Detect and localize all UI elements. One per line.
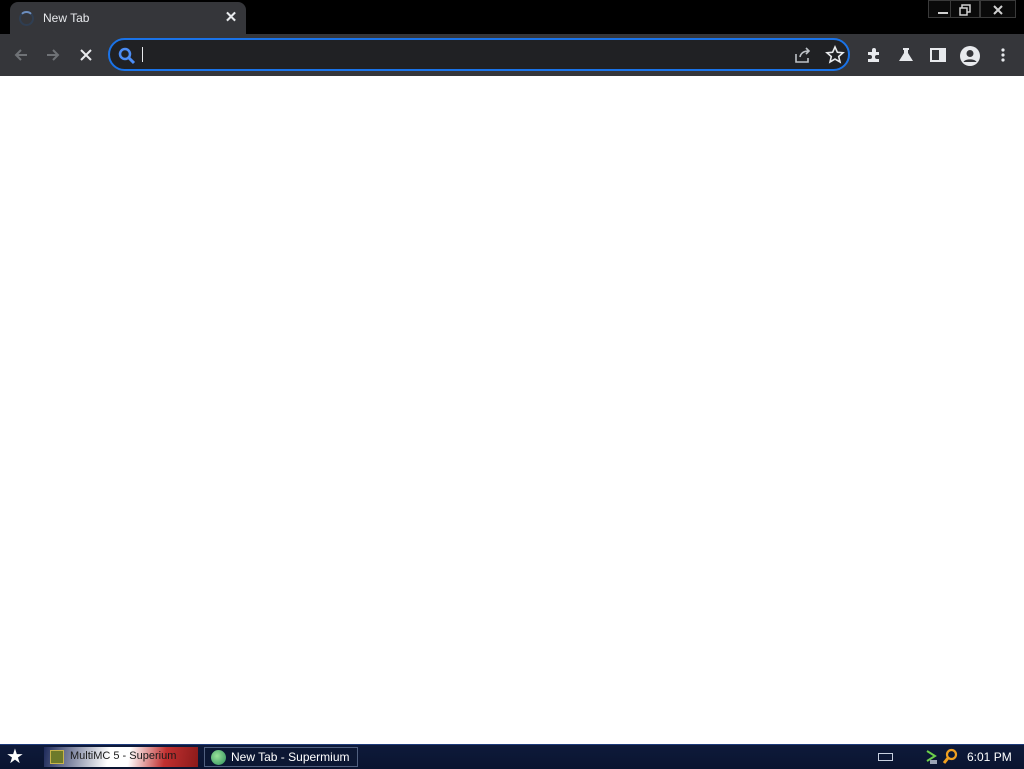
multimc-icon: [50, 750, 64, 764]
arrow-left-icon: [14, 49, 27, 61]
search-icon[interactable]: [942, 748, 958, 766]
network-icon[interactable]: [924, 749, 938, 765]
title-bar: New Tab ✕: [0, 0, 1024, 34]
search-icon: [118, 47, 136, 65]
share-icon[interactable]: [793, 46, 813, 64]
restore-button[interactable]: [950, 0, 980, 18]
side-panel-button[interactable]: [925, 42, 951, 68]
close-icon: [993, 5, 1003, 15]
menu-button[interactable]: [990, 42, 1016, 68]
taskbar-item-supermium[interactable]: New Tab - Supermium: [204, 747, 358, 767]
extensions-button[interactable]: [861, 42, 887, 68]
page-content[interactable]: [0, 76, 1024, 744]
puzzle-icon: [868, 48, 879, 62]
side-panel-icon: [930, 48, 946, 62]
tab-new-tab[interactable]: New Tab ✕: [10, 2, 246, 34]
supermium-icon: [211, 750, 226, 765]
keyboard-icon[interactable]: [878, 753, 893, 761]
avatar-icon: [960, 46, 980, 66]
arrow-right-icon: [47, 49, 60, 61]
close-icon: [80, 49, 92, 61]
address-bar[interactable]: [108, 38, 850, 71]
tab-title: New Tab: [43, 11, 90, 25]
minimize-icon: [938, 12, 948, 14]
flask-icon: [899, 48, 913, 61]
forward-button[interactable]: [40, 42, 66, 68]
close-window-button[interactable]: [980, 0, 1016, 18]
bookmark-star-icon[interactable]: [825, 45, 845, 65]
text-caret: [142, 47, 143, 62]
address-input[interactable]: [142, 44, 782, 66]
taskbar-item-label: New Tab - Supermium: [231, 750, 350, 764]
taskbar: ★ MultiMC 5 - Superium New Tab - Supermi…: [0, 744, 1024, 769]
profile-button[interactable]: [957, 42, 983, 68]
stop-loading-button[interactable]: [73, 42, 99, 68]
loading-spinner-icon: [19, 11, 34, 26]
kebab-menu-icon: [1001, 48, 1005, 62]
tab-close-button[interactable]: ✕: [222, 9, 240, 27]
clock: 6:01 PM: [967, 750, 1012, 764]
browser-toolbar: [0, 34, 1024, 94]
taskbar-item-label: MultiMC 5 - Superium: [70, 750, 177, 762]
back-button[interactable]: [8, 42, 34, 68]
labs-button[interactable]: [893, 42, 919, 68]
taskbar-item-multimc[interactable]: MultiMC 5 - Superium: [44, 747, 198, 767]
start-button[interactable]: ★: [6, 746, 24, 768]
restore-icon: [959, 4, 971, 16]
